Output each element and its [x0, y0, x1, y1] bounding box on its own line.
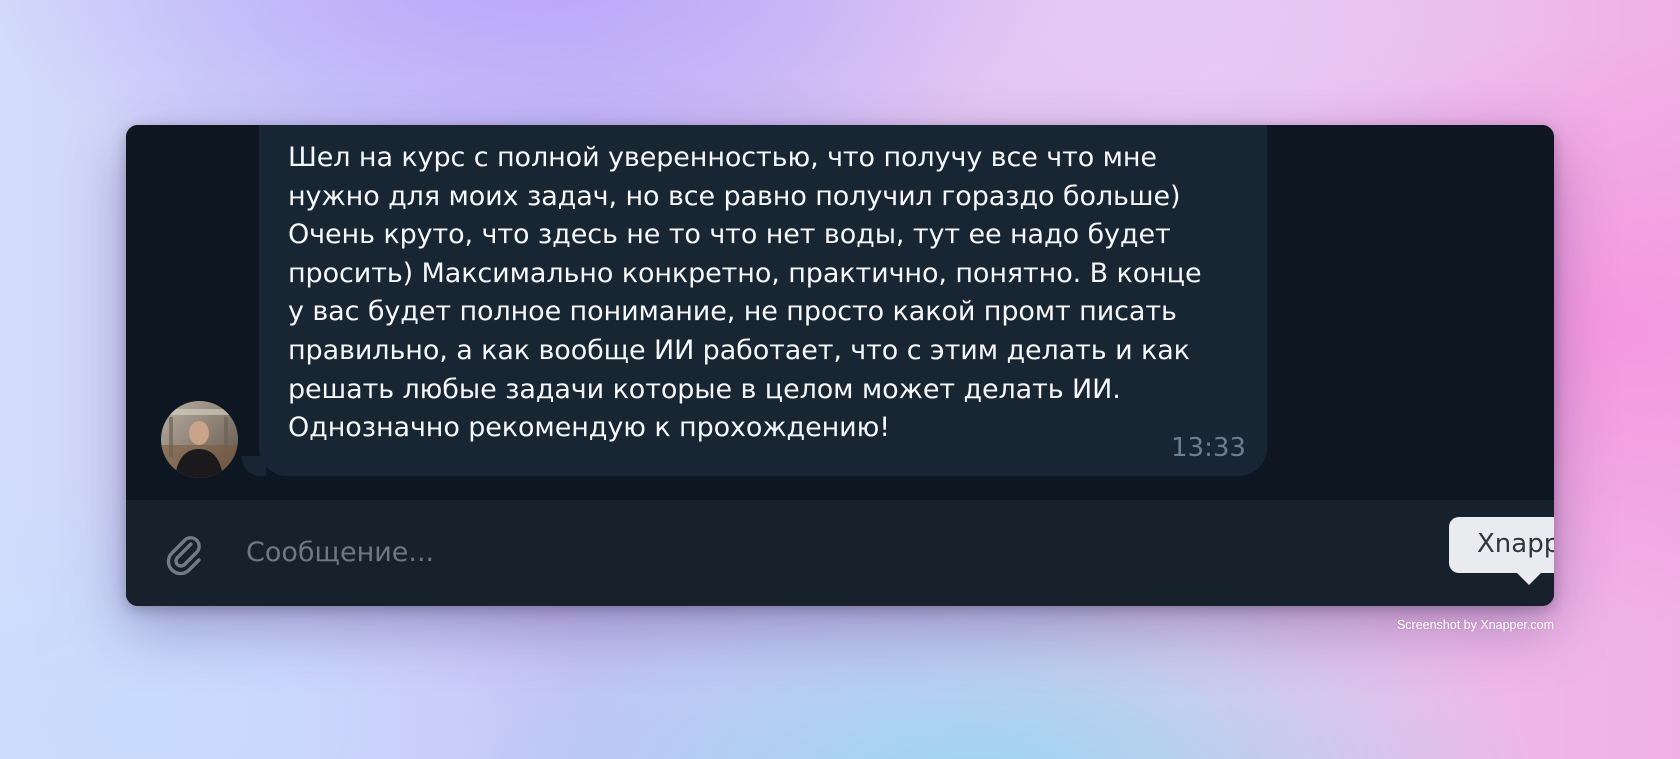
avatar-photo — [161, 401, 238, 478]
tooltip-arrow — [1517, 573, 1541, 585]
composer-bar — [126, 500, 1554, 606]
paperclip-icon[interactable] — [160, 530, 208, 578]
avatar[interactable] — [161, 401, 238, 478]
tooltip-label: Xnapper — [1477, 529, 1554, 559]
message-text: Шел на курс с полной уверенностью, что п… — [288, 142, 1202, 444]
watermark: Screenshot by Xnapper.com — [1396, 618, 1554, 632]
chat-window: Шел на курс с полной уверенностью, что п… — [126, 125, 1554, 606]
message-time: 13:33 — [1171, 433, 1246, 463]
message-input[interactable] — [246, 524, 1146, 580]
xnapper-tooltip: Xnapper — [1449, 517, 1554, 585]
message-list[interactable]: Шел на курс с полной уверенностью, что п… — [126, 125, 1554, 500]
